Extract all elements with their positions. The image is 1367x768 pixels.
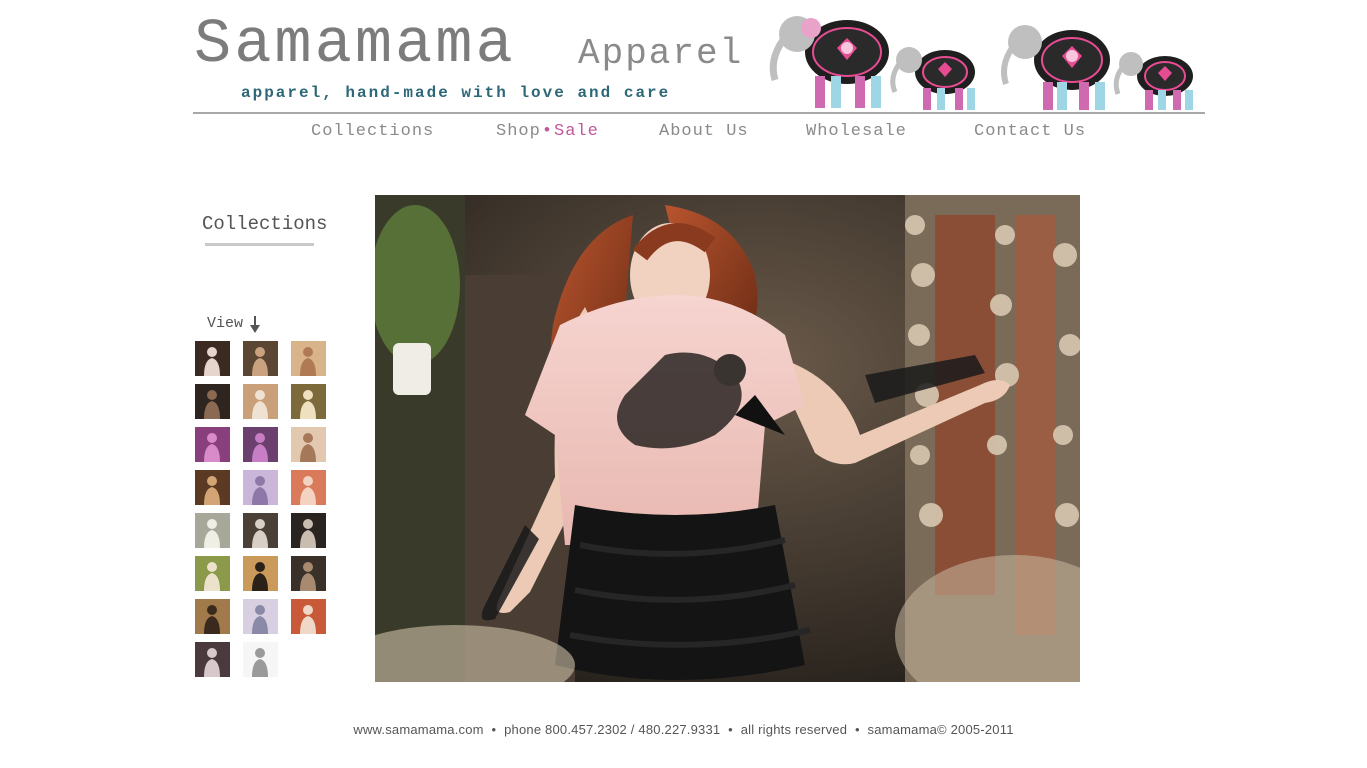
footer-phone: phone 800.457.2302 / 480.227.9331 (504, 722, 721, 737)
elephants-logo (769, 16, 1193, 110)
thumbnail-image (204, 433, 220, 462)
nav-wholesale[interactable]: Wholesale (806, 120, 907, 144)
thumbnail-17[interactable] (243, 556, 278, 591)
thumbnail-19[interactable] (195, 599, 230, 634)
thumbnail-image (252, 648, 268, 677)
thumbnail-image (252, 390, 268, 419)
thumbnail-image (204, 605, 220, 634)
thumbnail-21[interactable] (291, 599, 326, 634)
thumbnail-9[interactable] (291, 427, 326, 462)
thumbnail-10[interactable] (195, 470, 230, 505)
footer-separator: • (728, 722, 733, 737)
thumbnail-23[interactable] (243, 642, 278, 677)
thumbnail-11[interactable] (243, 470, 278, 505)
thumbnail-image (204, 347, 220, 376)
thumbnail-image (204, 476, 220, 505)
thumbnail-image (300, 562, 316, 591)
thumbnail-7[interactable] (195, 427, 230, 462)
thumbnail-image (300, 605, 316, 634)
footer-copyright: samamama© 2005-2011 (867, 722, 1014, 737)
sidebar-title-underline (205, 243, 314, 246)
hero-photo-art (375, 195, 1080, 682)
header-divider (193, 112, 1205, 114)
site-footer: www.samamama.com • phone 800.457.2302 / … (0, 722, 1367, 737)
nav-collections[interactable]: Collections (311, 120, 434, 144)
footer-rights: all rights reserved (740, 722, 848, 737)
nav-sale-label[interactable]: Sale (554, 122, 599, 141)
main-nav: Collections Shop•Sale About Us Wholesale… (0, 120, 1367, 144)
thumbnail-18[interactable] (291, 556, 326, 591)
thumbnail-image (204, 562, 220, 591)
thumbnail-2[interactable] (243, 341, 278, 376)
hero-photo (375, 195, 1080, 682)
thumbnail-image (300, 347, 316, 376)
thumbnail-image (204, 390, 220, 419)
thumbnail-3[interactable] (291, 341, 326, 376)
thumbnail-image (252, 562, 268, 591)
elephant-large-2-icon (1001, 25, 1110, 110)
thumbnail-20[interactable] (243, 599, 278, 634)
nav-dot-icon: • (541, 122, 554, 141)
footer-separator: • (491, 722, 497, 737)
elephant-small-2-icon (1113, 52, 1193, 110)
thumbnail-image (252, 519, 268, 548)
brand-subtitle: Apparel (578, 33, 744, 74)
brand-name[interactable]: Samamama (194, 10, 516, 80)
thumbnail-16[interactable] (195, 556, 230, 591)
thumbnail-image (204, 519, 220, 548)
thumbnail-14[interactable] (243, 513, 278, 548)
nav-shop-sale[interactable]: Shop•Sale (496, 120, 599, 144)
thumbnail-8[interactable] (243, 427, 278, 462)
view-label: View (207, 315, 244, 332)
thumbnail-5[interactable] (243, 384, 278, 419)
footer-site-link[interactable]: www.samamama.com (353, 722, 483, 737)
nav-contact[interactable]: Contact Us (974, 120, 1086, 144)
thumbnail-image (300, 476, 316, 505)
thumbnail-image (204, 648, 220, 677)
thumbnail-4[interactable] (195, 384, 230, 419)
thumbnail-image (252, 476, 268, 505)
brand-tagline: apparel, hand-made with love and care (241, 84, 671, 102)
thumbnail-image (252, 605, 268, 634)
elephant-large-1-icon (769, 16, 889, 108)
thumbnail-12[interactable] (291, 470, 326, 505)
thumbnail-15[interactable] (291, 513, 326, 548)
thumbnail-image (300, 433, 316, 462)
thumbnail-image (252, 347, 268, 376)
thumbnail-image (252, 433, 268, 462)
thumbnail-22[interactable] (195, 642, 230, 677)
thumbnail-image (300, 390, 316, 419)
nav-shop-label[interactable]: Shop (496, 122, 541, 141)
arrow-down-icon (250, 316, 260, 333)
elephant-small-1-icon (890, 47, 975, 110)
thumbnail-image (300, 519, 316, 548)
thumbnail-6[interactable] (291, 384, 326, 419)
thumbnail-1[interactable] (195, 341, 230, 376)
nav-about[interactable]: About Us (659, 120, 749, 144)
footer-separator: • (854, 722, 860, 737)
sidebar-title: Collections (202, 213, 328, 235)
thumbnail-13[interactable] (195, 513, 230, 548)
